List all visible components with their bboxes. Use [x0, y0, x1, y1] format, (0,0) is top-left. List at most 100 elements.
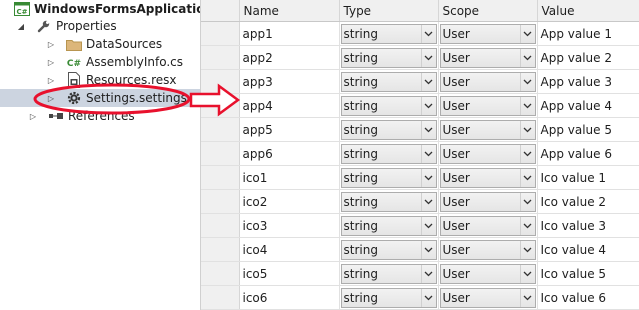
- table-row[interactable]: ico4 string User Ico value 4: [201, 237, 639, 262]
- type-cell[interactable]: string: [339, 261, 439, 286]
- name-cell[interactable]: ico3: [239, 213, 340, 238]
- row-header[interactable]: [201, 141, 240, 166]
- dropdown-arrow-icon[interactable]: [420, 168, 436, 187]
- name-cell[interactable]: app3: [239, 69, 340, 94]
- table-row[interactable]: app4 string User App value 4: [201, 93, 639, 118]
- table-row[interactable]: ico5 string User Ico value 5: [201, 261, 639, 286]
- type-cell[interactable]: string: [339, 117, 439, 142]
- table-row[interactable]: app3 string User App value 3: [201, 69, 639, 94]
- scope-dropdown[interactable]: User: [439, 119, 536, 140]
- tree-item-assemblyinfo[interactable]: ▷ C# AssemblyInfo.cs: [48, 53, 183, 71]
- scope-cell[interactable]: User: [438, 21, 538, 46]
- column-header-value[interactable]: Value: [537, 0, 639, 22]
- value-cell[interactable]: App value 2: [537, 45, 639, 70]
- tree-item-properties[interactable]: ◢ Properties: [18, 17, 117, 35]
- scope-dropdown[interactable]: User: [439, 239, 536, 260]
- scope-cell[interactable]: User: [438, 261, 538, 286]
- dropdown-arrow-icon[interactable]: [420, 144, 436, 163]
- scope-cell[interactable]: User: [438, 189, 538, 214]
- table-row[interactable]: app6 string User App value 6: [201, 141, 639, 166]
- row-header[interactable]: [201, 45, 240, 70]
- dropdown-arrow-icon[interactable]: [420, 120, 436, 139]
- type-dropdown[interactable]: string: [340, 239, 437, 260]
- row-header[interactable]: [201, 165, 240, 190]
- scope-dropdown[interactable]: User: [439, 215, 536, 236]
- value-cell[interactable]: App value 1: [537, 21, 639, 46]
- type-cell[interactable]: string: [339, 141, 439, 166]
- dropdown-arrow-icon[interactable]: [420, 288, 436, 307]
- scope-cell[interactable]: User: [438, 237, 538, 262]
- type-dropdown[interactable]: string: [340, 263, 437, 284]
- collapsed-arrow-icon[interactable]: ▷: [46, 76, 56, 85]
- table-row[interactable]: app2 string User App value 2: [201, 45, 639, 70]
- row-header[interactable]: [201, 237, 240, 262]
- dropdown-arrow-icon[interactable]: [519, 264, 535, 283]
- scope-dropdown[interactable]: User: [439, 191, 536, 212]
- table-row[interactable]: ico6 string User Ico value 6: [201, 285, 639, 310]
- type-dropdown[interactable]: string: [340, 71, 437, 92]
- value-cell[interactable]: Ico value 6: [537, 285, 639, 310]
- name-cell[interactable]: ico1: [239, 165, 340, 190]
- row-header[interactable]: [201, 21, 240, 46]
- dropdown-arrow-icon[interactable]: [420, 264, 436, 283]
- table-row[interactable]: app5 string User App value 5: [201, 117, 639, 142]
- table-row[interactable]: ico1 string User Ico value 1: [201, 165, 639, 190]
- type-dropdown[interactable]: string: [340, 47, 437, 68]
- dropdown-arrow-icon[interactable]: [519, 120, 535, 139]
- type-dropdown[interactable]: string: [340, 191, 437, 212]
- value-cell[interactable]: Ico value 4: [537, 237, 639, 262]
- type-cell[interactable]: string: [339, 45, 439, 70]
- scope-cell[interactable]: User: [438, 93, 538, 118]
- tree-item-references[interactable]: ▷ References: [30, 107, 135, 125]
- type-cell[interactable]: string: [339, 189, 439, 214]
- row-header[interactable]: [201, 93, 240, 118]
- scope-dropdown[interactable]: User: [439, 95, 536, 116]
- type-cell[interactable]: string: [339, 165, 439, 190]
- dropdown-arrow-icon[interactable]: [519, 288, 535, 307]
- collapsed-arrow-icon[interactable]: ▷: [46, 40, 56, 49]
- value-cell[interactable]: App value 4: [537, 93, 639, 118]
- scope-cell[interactable]: User: [438, 141, 538, 166]
- table-row[interactable]: ico3 string User Ico value 3: [201, 213, 639, 238]
- table-row[interactable]: app1 string User App value 1: [201, 21, 639, 46]
- dropdown-arrow-icon[interactable]: [519, 168, 535, 187]
- dropdown-arrow-icon[interactable]: [519, 96, 535, 115]
- dropdown-arrow-icon[interactable]: [519, 72, 535, 91]
- scope-dropdown[interactable]: User: [439, 143, 536, 164]
- row-header[interactable]: [201, 261, 240, 286]
- name-cell[interactable]: app2: [239, 45, 340, 70]
- type-dropdown[interactable]: string: [340, 95, 437, 116]
- name-cell[interactable]: app4: [239, 93, 340, 118]
- value-cell[interactable]: App value 3: [537, 69, 639, 94]
- type-dropdown[interactable]: string: [340, 167, 437, 188]
- type-dropdown[interactable]: string: [340, 23, 437, 44]
- name-cell[interactable]: ico6: [239, 285, 340, 310]
- expanded-arrow-icon[interactable]: ◢: [16, 22, 26, 31]
- scope-cell[interactable]: User: [438, 117, 538, 142]
- tree-item-settings[interactable]: ▷ Settings.settings: [0, 89, 200, 107]
- type-cell[interactable]: string: [339, 69, 439, 94]
- dropdown-arrow-icon[interactable]: [420, 192, 436, 211]
- column-header-scope[interactable]: Scope: [438, 0, 538, 22]
- type-dropdown[interactable]: string: [340, 287, 437, 308]
- value-cell[interactable]: App value 6: [537, 141, 639, 166]
- name-cell[interactable]: ico5: [239, 261, 340, 286]
- dropdown-arrow-icon[interactable]: [519, 48, 535, 67]
- row-header[interactable]: [201, 285, 240, 310]
- type-cell[interactable]: string: [339, 213, 439, 238]
- scope-cell[interactable]: User: [438, 45, 538, 70]
- name-cell[interactable]: app5: [239, 117, 340, 142]
- dropdown-arrow-icon[interactable]: [420, 24, 436, 43]
- scope-dropdown[interactable]: User: [439, 23, 536, 44]
- dropdown-arrow-icon[interactable]: [420, 96, 436, 115]
- type-cell[interactable]: string: [339, 237, 439, 262]
- value-cell[interactable]: Ico value 1: [537, 165, 639, 190]
- scope-cell[interactable]: User: [438, 213, 538, 238]
- scope-dropdown[interactable]: User: [439, 263, 536, 284]
- tree-item-resources[interactable]: ▷ Resources.resx: [48, 71, 177, 89]
- name-cell[interactable]: ico2: [239, 189, 340, 214]
- name-cell[interactable]: app1: [239, 21, 340, 46]
- collapsed-arrow-icon[interactable]: ▷: [46, 94, 56, 103]
- type-cell[interactable]: string: [339, 285, 439, 310]
- row-header[interactable]: [201, 69, 240, 94]
